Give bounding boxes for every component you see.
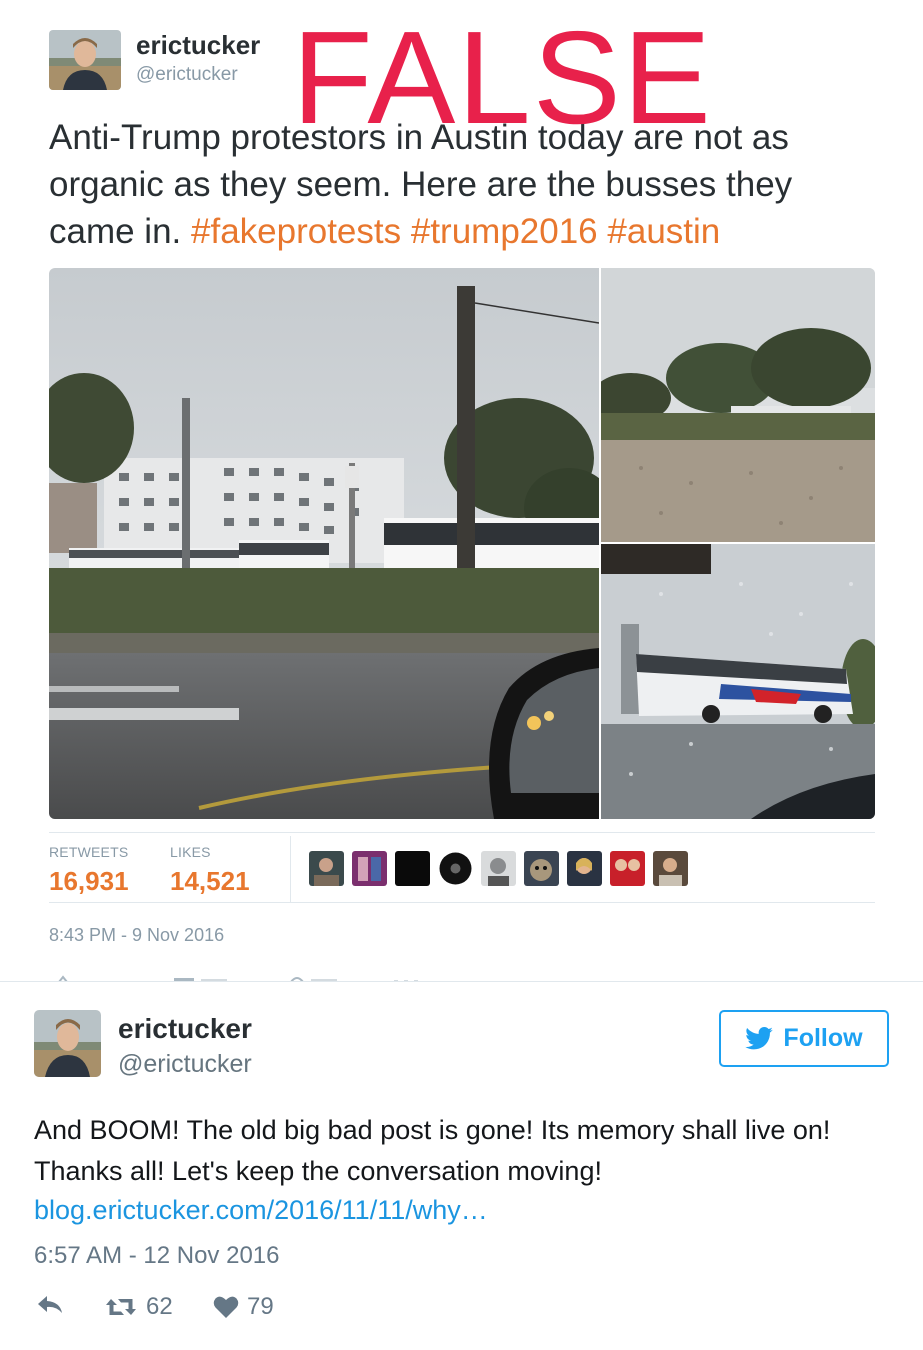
- reply-button[interactable]: [35, 1293, 65, 1315]
- divider: [49, 902, 875, 903]
- tweet-photo-main[interactable]: [49, 268, 599, 819]
- section-divider: [0, 981, 923, 982]
- display-name[interactable]: erictucker: [118, 1013, 252, 1045]
- like-button[interactable]: 79: [213, 1293, 274, 1321]
- liker-avatar[interactable]: [653, 851, 688, 886]
- user-handle[interactable]: @erictucker: [118, 1050, 252, 1079]
- avatar[interactable]: [49, 30, 121, 90]
- liker-avatar[interactable]: [610, 851, 645, 886]
- like-count: 79: [247, 1293, 274, 1320]
- follow-button[interactable]: Follow: [719, 1010, 889, 1067]
- divider: [290, 836, 291, 902]
- tweet-timestamp[interactable]: 8:43 PM - 9 Nov 2016: [49, 925, 224, 946]
- retweet-icon: [106, 1299, 136, 1315]
- liker-avatar[interactable]: [438, 851, 473, 886]
- likes-label: LIKES: [170, 844, 211, 860]
- user-handle[interactable]: @erictucker: [136, 64, 238, 86]
- likes-count[interactable]: 14,521: [170, 866, 250, 897]
- retweet-count: 62: [146, 1293, 173, 1320]
- liker-avatar[interactable]: [567, 851, 602, 886]
- tweet-actions-cutoff: [49, 970, 549, 981]
- retweets-count[interactable]: 16,931: [49, 866, 129, 897]
- tweet-photo-bus[interactable]: [601, 544, 875, 819]
- hashtag-link[interactable]: #trump2016: [411, 212, 598, 251]
- tweet-text: And BOOM! The old big bad post is gone! …: [34, 1115, 831, 1186]
- display-name[interactable]: erictucker: [136, 30, 260, 61]
- hashtag-link[interactable]: #austin: [607, 212, 720, 251]
- liker-avatar[interactable]: [481, 851, 516, 886]
- liker-avatar[interactable]: [395, 851, 430, 886]
- tweet-timestamp[interactable]: 6:57 AM - 12 Nov 2016: [34, 1242, 279, 1270]
- liker-avatar[interactable]: [309, 851, 344, 886]
- retweets-label: RETWEETS: [49, 844, 129, 860]
- liker-avatar[interactable]: [352, 851, 387, 886]
- retweet-button[interactable]: 62: [104, 1293, 173, 1321]
- follow-label: Follow: [783, 1024, 863, 1052]
- divider: [49, 832, 875, 833]
- liker-avatar[interactable]: [524, 851, 559, 886]
- false-stamp: FALSE: [292, 4, 713, 151]
- avatar[interactable]: [34, 1010, 101, 1077]
- twitter-bird-icon: [745, 1027, 774, 1050]
- tweet-link[interactable]: blog.erictucker.com/2016/11/11/why…: [34, 1195, 488, 1226]
- tweet-photo-field[interactable]: [601, 268, 875, 542]
- hashtag-link[interactable]: #fakeprotests: [191, 212, 401, 251]
- reply-icon: [38, 1296, 62, 1313]
- heart-icon: [213, 1296, 239, 1318]
